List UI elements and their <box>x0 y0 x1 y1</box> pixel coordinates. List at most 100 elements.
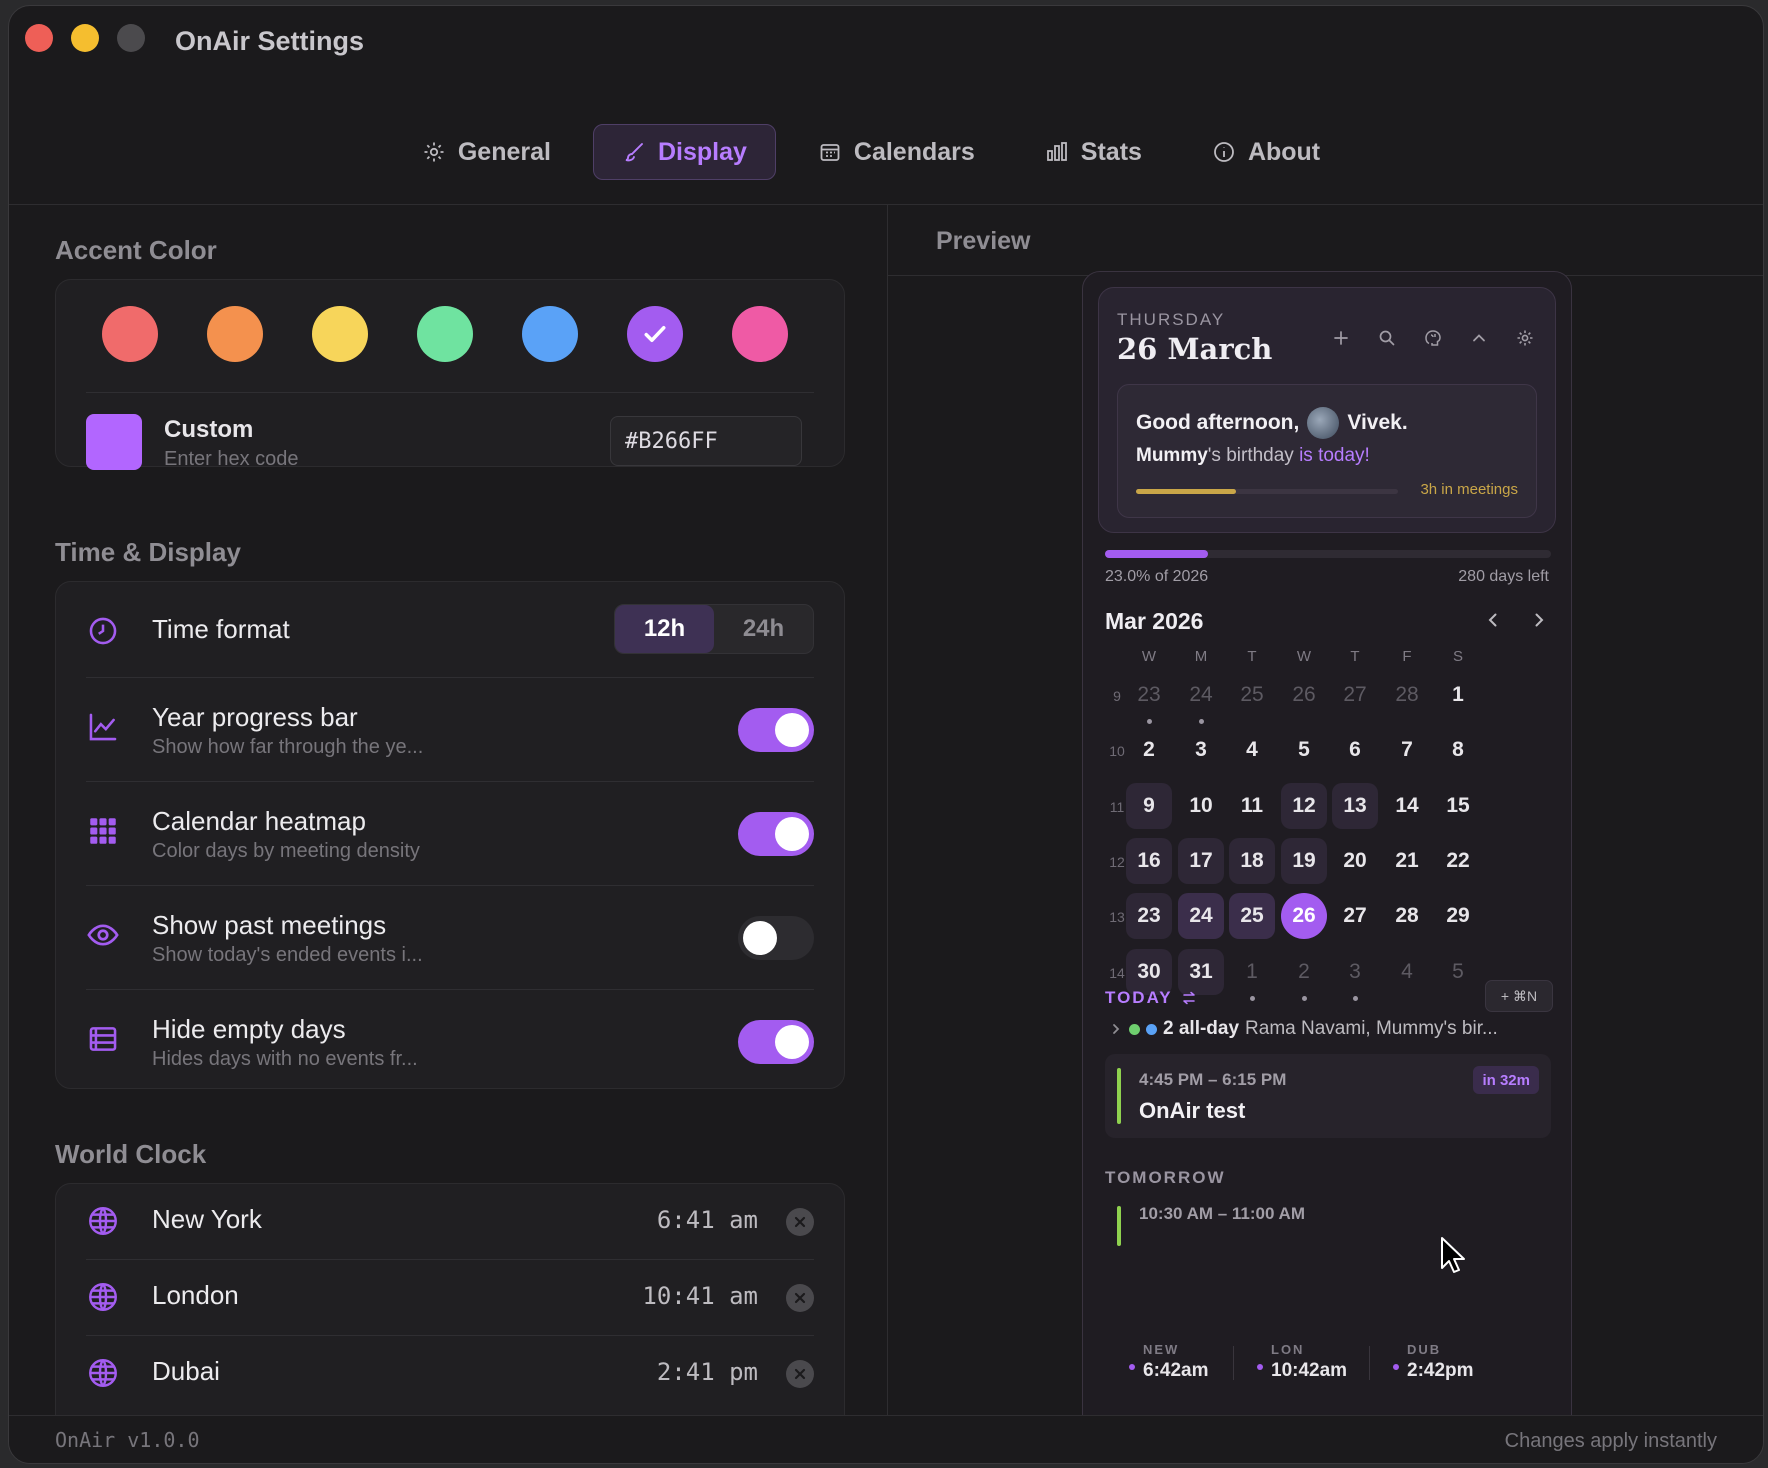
event-title: OnAir test <box>1139 1098 1246 1123</box>
custom-label: Custom <box>164 416 254 443</box>
calendar-day[interactable]: 20 <box>1332 838 1378 884</box>
close-window-button[interactable] <box>25 24 53 52</box>
calendar-day[interactable]: 6 <box>1332 727 1378 773</box>
minimize-window-button[interactable] <box>71 24 99 52</box>
remove-clock-button[interactable] <box>786 1208 814 1236</box>
event-card[interactable]: 4:45 PM – 6:15 PM OnAir test in 32m <box>1105 1054 1551 1138</box>
calendar-day[interactable]: 1 <box>1435 672 1481 718</box>
quick-add-button[interactable]: + ⌘N <box>1485 980 1553 1012</box>
tab-calendars[interactable]: Calendars <box>790 124 1003 180</box>
calendar-day[interactable]: 2 <box>1126 727 1172 773</box>
calendar-day[interactable]: 24 <box>1178 672 1224 718</box>
swatch-yellow[interactable] <box>312 306 368 362</box>
calendar-day[interactable]: 29 <box>1435 893 1481 939</box>
remove-clock-button[interactable] <box>786 1360 814 1388</box>
calendar-day[interactable]: 27 <box>1332 893 1378 939</box>
calendar-day[interactable]: 12 <box>1281 782 1327 829</box>
eye-icon <box>87 924 119 946</box>
calendar-day[interactable]: 28 <box>1384 893 1430 939</box>
year-progress-toggle[interactable] <box>738 708 814 752</box>
calendar-day[interactable]: 9 <box>1126 782 1172 829</box>
calendar-day[interactable]: 24 <box>1178 893 1224 940</box>
calendar-day[interactable]: 5 <box>1435 949 1481 995</box>
calendar-day[interactable]: 16 <box>1126 837 1172 884</box>
calendar-day[interactable]: 28 <box>1384 672 1430 718</box>
calendar-day[interactable]: 26 <box>1281 672 1327 718</box>
calendar-day[interactable]: 4 <box>1384 949 1430 995</box>
calendar-day[interactable]: 25 <box>1229 672 1275 718</box>
calendar-day[interactable]: 2 <box>1281 949 1327 995</box>
chevron-left-icon[interactable] <box>1483 610 1503 630</box>
calendar-day[interactable]: 22 <box>1435 838 1481 884</box>
calendar-day[interactable]: 8 <box>1435 727 1481 773</box>
calendar-day[interactable]: 3 <box>1178 727 1224 773</box>
calendar-heatmap-row: Calendar heatmap Color days by meeting d… <box>56 782 844 886</box>
apply-status: Changes apply instantly <box>1504 1430 1717 1452</box>
tab-about[interactable]: About <box>1184 124 1348 180</box>
swatch-purple[interactable] <box>627 306 683 362</box>
preview-label: Preview <box>936 227 1031 255</box>
tab-display[interactable]: Display <box>592 124 776 180</box>
all-day-events[interactable]: 2 all-day Rama Navami, Mummy's bir... <box>1109 1018 1498 1040</box>
search-icon[interactable] <box>1377 328 1397 348</box>
time-format-segmented-control: 12h 24h <box>614 604 814 654</box>
time-format-12h[interactable]: 12h <box>615 605 714 653</box>
swatch-blue[interactable] <box>522 306 578 362</box>
tab-stats[interactable]: Stats <box>1017 124 1170 180</box>
calendar-day[interactable]: 1 <box>1229 949 1275 995</box>
calendar-day[interactable]: 10 <box>1178 783 1224 829</box>
time-format-24h[interactable]: 24h <box>714 605 813 653</box>
weekday-header: T <box>1247 648 1257 665</box>
hide-empty-days-toggle[interactable] <box>738 1020 814 1064</box>
past-meetings-toggle[interactable] <box>738 916 814 960</box>
zoom-window-button[interactable] <box>117 24 145 52</box>
plus-icon[interactable] <box>1331 328 1351 348</box>
calendar-day[interactable]: 19 <box>1281 837 1327 884</box>
calendar-day[interactable]: 14 <box>1384 783 1430 829</box>
greeting-card: Good afternoon, Vivek. Mummy's birthday … <box>1117 384 1537 518</box>
calendar-day[interactable]: 17 <box>1178 837 1224 884</box>
calendar-day[interactable]: 21 <box>1384 838 1430 884</box>
gear-icon[interactable] <box>1515 328 1535 348</box>
calendar-heatmap-toggle[interactable] <box>738 812 814 856</box>
swatch-green[interactable] <box>417 306 473 362</box>
swatch-pink[interactable] <box>732 306 788 362</box>
calendar-day[interactable]: 3 <box>1332 949 1378 995</box>
brain-icon[interactable] <box>1423 328 1443 348</box>
calendar-day[interactable]: 4 <box>1229 727 1275 773</box>
swap-arrows-icon[interactable] <box>1181 990 1197 1006</box>
window-title: OnAir Settings <box>175 26 365 56</box>
swatch-orange[interactable] <box>207 306 263 362</box>
year-progress-fill <box>1105 550 1208 558</box>
clock-row-new-york: New York 6:41 am <box>56 1184 844 1260</box>
accent-card: Custom Enter hex code <box>55 279 845 470</box>
hex-code-input[interactable] <box>610 416 802 466</box>
remove-clock-button[interactable] <box>786 1284 814 1312</box>
today-label-text: TODAY <box>1105 988 1173 1007</box>
calendar-day[interactable]: 23 <box>1126 672 1172 718</box>
globe-icon <box>89 1359 117 1387</box>
version-label: OnAir v1.0.0 <box>55 1428 200 1452</box>
swatch-red[interactable] <box>102 306 158 362</box>
calendar-day[interactable]: 5 <box>1281 727 1327 773</box>
calendar-day[interactable]: 13 <box>1332 782 1378 829</box>
chevron-right-icon[interactable] <box>1529 610 1549 630</box>
calendar-day[interactable]: 23 <box>1126 893 1172 940</box>
calendar-day[interactable]: 15 <box>1435 783 1481 829</box>
calendar-day[interactable]: 25 <box>1229 893 1275 940</box>
event-time: 4:45 PM – 6:15 PM <box>1139 1070 1287 1089</box>
calendar-day[interactable]: 11 <box>1229 783 1275 829</box>
meetings-progress-track <box>1136 489 1398 494</box>
calendar-day[interactable]: 18 <box>1229 837 1275 884</box>
trend-chart-icon <box>89 713 117 741</box>
weekday-header: S <box>1452 648 1463 665</box>
custom-color-swatch[interactable] <box>86 414 142 470</box>
hide-empty-days-row: Hide empty days Hides days with no event… <box>56 990 844 1094</box>
calendar-day[interactable]: 7 <box>1384 727 1430 773</box>
month-title: Mar 2026 <box>1105 608 1204 634</box>
calendar-day-today[interactable]: 26 <box>1281 893 1327 940</box>
chevron-up-icon[interactable] <box>1469 328 1489 348</box>
month-navigation <box>1483 610 1549 630</box>
calendar-day[interactable]: 27 <box>1332 672 1378 718</box>
tab-general[interactable]: General <box>394 124 579 180</box>
